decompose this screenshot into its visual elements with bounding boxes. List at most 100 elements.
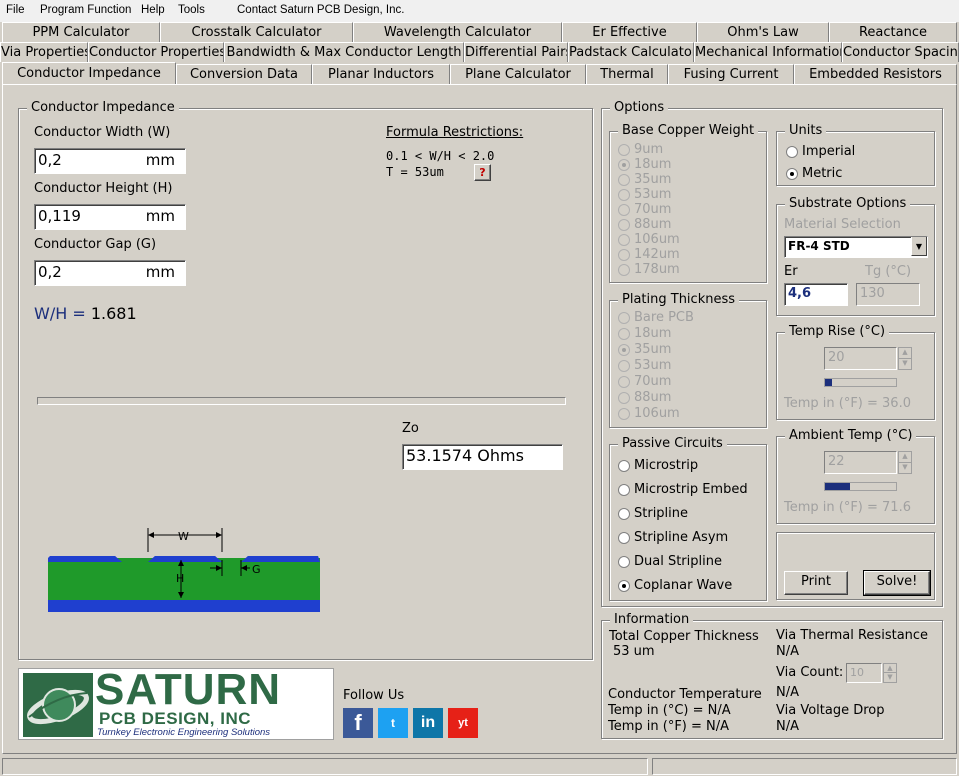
menu-contact[interactable]: Contact Saturn PCB Design, Inc.	[237, 4, 404, 16]
gap-unit: mm	[145, 263, 175, 281]
tab-thermal[interactable]: Thermal	[586, 64, 668, 84]
status-pane-right	[652, 758, 957, 775]
diagram-w-label: W	[178, 530, 189, 543]
er-input[interactable]: 4,6	[784, 283, 848, 306]
substrate-title: Substrate Options	[785, 196, 911, 211]
tab-row-1: PPM Calculator Crosstalk Calculator Wave…	[0, 22, 959, 42]
tg-label: Tg (°C)	[865, 264, 912, 279]
tab-bandwidth[interactable]: Bandwidth & Max Conductor Length	[224, 42, 464, 62]
ground-plane	[48, 600, 320, 612]
tab-wavelength-calculator[interactable]: Wavelength Calculator	[353, 22, 562, 42]
height-input[interactable]: 0,119 mm	[34, 204, 186, 230]
passive-radio-1[interactable]: Microstrip Embed	[618, 482, 748, 498]
via-count-spinner: ▲ ▼	[883, 663, 897, 683]
diagram-g-label: G	[252, 563, 261, 576]
diagram-h-label: H	[176, 572, 184, 585]
tab-fusing-current[interactable]: Fusing Current	[668, 64, 794, 84]
passive-radio-3[interactable]: Stripline Asym	[618, 530, 728, 546]
plating-title: Plating Thickness	[618, 292, 740, 307]
print-button[interactable]: Print	[784, 571, 848, 595]
er-label: Er	[784, 264, 798, 279]
tab-plane-calculator[interactable]: Plane Calculator	[450, 64, 586, 84]
tab-conductor-impedance[interactable]: Conductor Impedance	[2, 62, 176, 85]
logo-tagline: Turnkey Electronic Engineering Solutions	[97, 727, 271, 738]
tab-differential-pairs[interactable]: Differential Pairs	[464, 42, 568, 62]
height-value: 0,119	[38, 207, 81, 225]
spin-up-icon: ▲	[884, 664, 896, 673]
via-drop-label: Via Voltage Drop	[776, 703, 885, 718]
tab-mechanical-information[interactable]: Mechanical Information	[694, 42, 842, 62]
base-copper-radio-8: 178um	[618, 262, 680, 278]
options-title: Options	[610, 100, 669, 115]
via-count-value: 10	[850, 666, 864, 679]
restrictions-title: Formula Restrictions:	[386, 125, 524, 140]
tab-conductor-spacing[interactable]: Conductor Spacing	[842, 42, 959, 62]
tab-ppm-calculator[interactable]: PPM Calculator	[2, 22, 160, 42]
tab-padstack-calculator[interactable]: Padstack Calculator	[568, 42, 694, 62]
gap-input[interactable]: 0,2 mm	[34, 260, 186, 286]
ambient-fill	[825, 483, 850, 490]
material-select[interactable]: FR-4 STD ▼	[784, 236, 928, 258]
gap-value: 0,2	[38, 263, 62, 281]
passive-radio-0[interactable]: Microstrip	[618, 458, 698, 474]
temp-rise-readout: Temp in (°F) = 36.0	[784, 396, 911, 411]
wh-value: 1.681	[90, 304, 137, 323]
tab-crosstalk-calculator[interactable]: Crosstalk Calculator	[160, 22, 353, 42]
copper-thickness-label: Total Copper Thickness	[609, 629, 759, 644]
zo-value: 53.1574 Ohms	[406, 446, 524, 465]
tab-row-2: Via Properties Conductor Properties Band…	[0, 42, 959, 62]
saturn-logo: SATURN PCB DESIGN, INC Turnkey Electroni…	[18, 667, 334, 740]
passive-radio-5[interactable]: Coplanar Wave	[618, 578, 732, 594]
passive-radio-2[interactable]: Stripline	[618, 506, 688, 522]
menu-file[interactable]: File	[6, 4, 25, 16]
plating-radio-6: 106um	[618, 406, 680, 422]
units-metric-radio[interactable]: Metric	[786, 166, 842, 182]
tab-reactance[interactable]: Reactance	[829, 22, 957, 42]
units-title: Units	[785, 123, 827, 138]
tg-input: 130	[856, 283, 920, 306]
ambient-value: 22	[828, 454, 845, 469]
temp-rise-input: 20	[824, 347, 897, 370]
ambient-input: 22	[824, 451, 897, 474]
passive-title: Passive Circuits	[618, 436, 727, 451]
units-imperial-radio[interactable]: Imperial	[786, 144, 855, 160]
ambient-spinner: ▲ ▼	[898, 451, 912, 474]
temp-c-readout: Temp in (°C) = N/A	[608, 703, 731, 718]
passive-radio-4[interactable]: Dual Stripline	[618, 554, 722, 570]
material-label: Material Selection	[784, 217, 901, 232]
menu-tools[interactable]: Tools	[178, 4, 205, 16]
width-input[interactable]: 0,2 mm	[34, 148, 186, 174]
temp-rise-title: Temp Rise (°C)	[785, 324, 890, 339]
information-title: Information	[610, 612, 694, 627]
tab-conversion-data[interactable]: Conversion Data	[176, 64, 312, 84]
ambient-readout: Temp in (°F) = 71.6	[784, 500, 911, 515]
tg-value: 130	[860, 286, 885, 301]
temp-rise-fill	[825, 379, 833, 386]
via-count-input: 10	[846, 663, 882, 683]
linkedin-icon[interactable]: in	[413, 708, 443, 738]
material-value: FR-4 STD	[788, 239, 850, 253]
tab-conductor-properties[interactable]: Conductor Properties	[88, 42, 224, 62]
separator	[37, 397, 566, 405]
tab-embedded-resistors[interactable]: Embedded Resistors	[794, 64, 957, 84]
twitter-icon[interactable]: t	[378, 708, 408, 738]
ambient-bar	[824, 482, 897, 491]
saturn-planet-icon	[23, 673, 93, 737]
base-copper-radio-1: 18um	[618, 157, 671, 173]
restriction-help-button[interactable]: ?	[474, 164, 491, 181]
base-copper-radio-5: 88um	[618, 217, 671, 233]
menu-help[interactable]: Help	[141, 4, 165, 16]
youtube-icon[interactable]: yt	[448, 708, 478, 738]
plating-radio-4: 70um	[618, 374, 671, 390]
facebook-icon[interactable]: f	[343, 708, 373, 738]
tab-ohms-law[interactable]: Ohm's Law	[697, 22, 829, 42]
tab-planar-inductors[interactable]: Planar Inductors	[312, 64, 450, 84]
plating-radio-3: 53um	[618, 358, 671, 374]
menu-program-function[interactable]: Program Function	[40, 4, 131, 16]
chevron-down-icon[interactable]: ▼	[911, 237, 927, 256]
er-value: 4,6	[788, 286, 812, 301]
solve-button[interactable]: Solve!	[863, 570, 931, 596]
base-copper-radio-7: 142um	[618, 247, 680, 263]
tab-er-effective[interactable]: Er Effective	[562, 22, 697, 42]
tab-via-properties[interactable]: Via Properties	[0, 42, 88, 62]
